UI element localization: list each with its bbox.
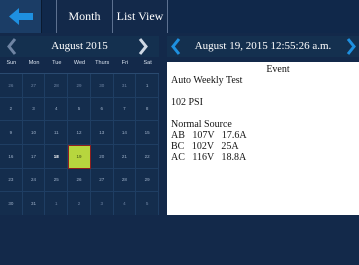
calendar-day[interactable]: 27	[22, 74, 46, 98]
calendar-day[interactable]: 30	[90, 74, 114, 98]
calendar-day[interactable]: 1	[45, 192, 69, 216]
calendar-day[interactable]: 8	[136, 97, 159, 122]
calendar-day[interactable]: 7	[113, 97, 137, 122]
calendar-day[interactable]: 26	[0, 74, 23, 98]
weekday-label: Sat	[143, 60, 152, 66]
weekday-header: Sun Mon Tue Wed Thurs Fri Sat	[0, 60, 159, 70]
event-line: 102 PSI	[171, 97, 203, 108]
calendar-day[interactable]: 25	[45, 168, 69, 193]
calendar-day[interactable]: 22	[136, 144, 159, 169]
calendar-day[interactable]: 13	[90, 121, 114, 145]
calendar-day[interactable]: 6	[90, 97, 114, 122]
calendar-day[interactable]: 31	[22, 192, 46, 216]
event-line	[171, 86, 355, 97]
calendar-day[interactable]: 15	[136, 121, 159, 145]
calendar-day[interactable]: 1	[136, 74, 159, 98]
calendar-day[interactable]: 17	[22, 144, 46, 169]
calendar-day[interactable]: 24	[22, 168, 46, 193]
calendar-day[interactable]: 5	[68, 97, 91, 122]
calendar-day[interactable]: 4	[45, 97, 69, 122]
calendar-day[interactable]: 20	[90, 144, 114, 169]
calendar-day[interactable]: 2	[68, 192, 91, 216]
event-line: AB 107V 17.6A	[171, 130, 247, 141]
event-line: Auto Weekly Test	[171, 75, 243, 86]
back-button[interactable]	[0, 0, 42, 33]
calendar-day[interactable]: 28	[113, 168, 137, 193]
weekday-label: Sun	[6, 60, 17, 66]
weekday-label: Fri	[121, 60, 129, 66]
calendar-day[interactable]: 5	[136, 192, 159, 216]
calendar-grid: 26 27 28 29 30 31 1 2 3 4 5 6 7 8 9 10 11 12 13 14 15 16 17 18 1…	[0, 73, 159, 216]
calendar-day[interactable]: 23	[0, 168, 23, 193]
calendar-day[interactable]: 16	[0, 144, 23, 169]
calendar-day[interactable]: 21	[113, 144, 137, 169]
calendar-day[interactable]: 3	[22, 97, 46, 122]
calendar-day[interactable]: 4	[113, 192, 137, 216]
weekday-label: Mon	[28, 60, 40, 66]
event-column-header: Event	[266, 64, 290, 75]
event-line	[171, 108, 355, 119]
calendar-day[interactable]: 28	[45, 74, 69, 98]
bottom-area	[0, 215, 359, 265]
event-line: AC 116V 18.8A	[171, 152, 247, 163]
top-bar: Month View List View	[0, 0, 359, 56]
event-line: Normal Source	[171, 119, 232, 130]
calendar-day[interactable]: 29	[68, 74, 91, 98]
weekday-label: Wed	[73, 60, 86, 66]
event-timestamp: August 19, 2015 12:55:26 a.m.	[194, 40, 332, 52]
calendar-day[interactable]: 12	[68, 121, 91, 145]
tab-list-view[interactable]: List View	[113, 0, 168, 33]
calendar-day[interactable]: 31	[113, 74, 137, 98]
calendar-day[interactable]: 19	[68, 144, 91, 169]
calendar-header: August 2015	[0, 36, 159, 57]
back-arrow-icon	[9, 8, 33, 25]
event-line: BC 102V 25A	[171, 141, 239, 152]
calendar-day[interactable]: 10	[22, 121, 46, 145]
calendar-day[interactable]: 29	[136, 168, 159, 193]
weekday-label: Tue	[52, 60, 62, 66]
next-month-icon[interactable]	[137, 38, 149, 55]
tab-month-view[interactable]: Month View	[56, 0, 113, 56]
calendar-day[interactable]: 26	[68, 168, 91, 193]
detail-header: August 19, 2015 12:55:26 a.m.	[167, 36, 359, 57]
calendar-day[interactable]: 3	[90, 192, 114, 216]
next-event-icon[interactable]	[345, 38, 357, 55]
calendar-day[interactable]: 2	[0, 97, 23, 122]
prev-month-icon[interactable]	[6, 38, 18, 55]
calendar-day[interactable]: 14	[113, 121, 137, 145]
calendar-day[interactable]: 18	[45, 144, 69, 169]
calendar-month-label: August 2015	[51, 40, 108, 52]
calendar-day[interactable]: 27	[90, 168, 114, 193]
calendar-day[interactable]: 30	[0, 192, 23, 216]
calendar-day[interactable]: 9	[0, 121, 23, 145]
weekday-label: Thurs	[95, 60, 110, 66]
calendar-day[interactable]: 11	[45, 121, 69, 145]
event-detail-panel: Event Auto Weekly Test 102 PSI Normal Sour…	[167, 62, 359, 215]
